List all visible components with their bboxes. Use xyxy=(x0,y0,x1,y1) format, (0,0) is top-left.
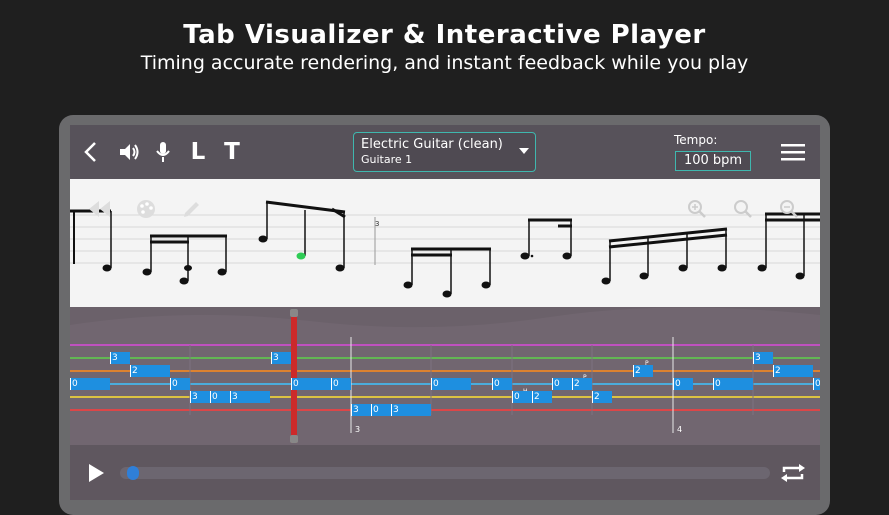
zoom-out-button[interactable] xyxy=(777,197,801,221)
tab-note: 3 xyxy=(271,352,291,364)
promo-subtitle: Timing accurate rendering, and instant f… xyxy=(140,52,749,74)
rewind-icon xyxy=(89,201,110,217)
tab-note: 0 xyxy=(371,404,391,416)
tuplet-label: 3 xyxy=(375,220,379,228)
tab-note: 0 xyxy=(673,378,693,390)
tab-note: 0 xyxy=(210,391,230,403)
tab-note: 3 xyxy=(230,391,270,403)
instrument-name: Electric Guitar (clean) xyxy=(361,137,503,152)
playhead-cursor[interactable] xyxy=(291,311,297,443)
tempo-label: Tempo: xyxy=(674,133,718,147)
tab-visualizer: 3 4 H P P 32003033003030002022200320 xyxy=(70,307,820,445)
palette-icon xyxy=(137,200,155,218)
hamburger-menu-icon xyxy=(781,144,805,161)
tab-note: 3 xyxy=(110,352,130,364)
progress-bar[interactable] xyxy=(120,467,770,479)
tab-note: 0 xyxy=(813,378,820,390)
tab-note: 3 xyxy=(753,352,773,364)
progress-knob[interactable] xyxy=(126,466,139,480)
color-palette-button[interactable] xyxy=(134,197,158,221)
zoom-in-button[interactable] xyxy=(685,197,709,221)
volume-icon xyxy=(120,144,139,160)
play-icon xyxy=(89,464,104,482)
measure-number-3: 3 xyxy=(355,425,360,434)
tab-note: 2 xyxy=(773,365,813,377)
tab-note: 0 xyxy=(70,378,110,390)
zoom-reset-button[interactable] xyxy=(731,197,755,221)
current-note-marker xyxy=(296,252,306,260)
tab-note: 2 xyxy=(592,391,612,403)
volume-button[interactable] xyxy=(117,140,141,164)
tempo-input[interactable]: 100 bpm xyxy=(675,151,751,171)
zoom-in-icon xyxy=(688,200,706,218)
playhead-top-handle[interactable] xyxy=(290,309,298,317)
tab-note: 2 xyxy=(572,378,592,390)
loop-button[interactable] xyxy=(778,460,808,486)
notation-staff: 3 xyxy=(70,179,820,307)
tab-note: 0 xyxy=(552,378,572,390)
tab-note: 3 xyxy=(391,404,431,416)
tab-note: 0 xyxy=(331,378,351,390)
tab-note: 0 xyxy=(431,378,471,390)
microphone-icon xyxy=(156,142,170,162)
tab-note: 0 xyxy=(170,378,190,390)
tab-note: 0 xyxy=(492,378,512,390)
promo-title: Tab Visualizer & Interactive Player xyxy=(183,20,706,50)
instrument-select[interactable]: Electric Guitar (clean) Guitare 1 xyxy=(353,132,536,172)
edit-button[interactable] xyxy=(180,197,204,221)
zoom-out-icon xyxy=(780,200,798,218)
playhead-bottom-handle[interactable] xyxy=(290,435,298,443)
text-toggle-button[interactable]: T xyxy=(220,137,244,167)
pencil-icon xyxy=(184,202,199,217)
tab-note: 2 xyxy=(633,365,653,377)
app-screen: L T Electric Guitar (clean) Guitare 1 Te… xyxy=(70,125,820,500)
tab-note: 0 xyxy=(291,378,331,390)
menu-button[interactable] xyxy=(779,140,807,164)
tab-note: 0 xyxy=(713,378,753,390)
repeat-icon xyxy=(781,464,805,482)
tab-note: 2 xyxy=(532,391,552,403)
play-button[interactable] xyxy=(84,460,108,486)
rewind-button[interactable] xyxy=(88,197,112,221)
tab-note: 0 xyxy=(512,391,532,403)
zoom-reset-icon xyxy=(734,200,752,218)
chevron-left-icon xyxy=(84,142,96,162)
back-button[interactable] xyxy=(78,139,102,165)
toolbar: L T Electric Guitar (clean) Guitare 1 Te… xyxy=(70,125,820,179)
lyrics-toggle-button[interactable]: L xyxy=(187,137,209,167)
tab-note: 2 xyxy=(130,365,170,377)
measure-number-4: 4 xyxy=(677,425,682,434)
player-bar xyxy=(70,445,820,500)
dropdown-caret-icon xyxy=(519,148,529,154)
microphone-button[interactable] xyxy=(153,139,173,165)
instrument-track: Guitare 1 xyxy=(361,153,413,166)
